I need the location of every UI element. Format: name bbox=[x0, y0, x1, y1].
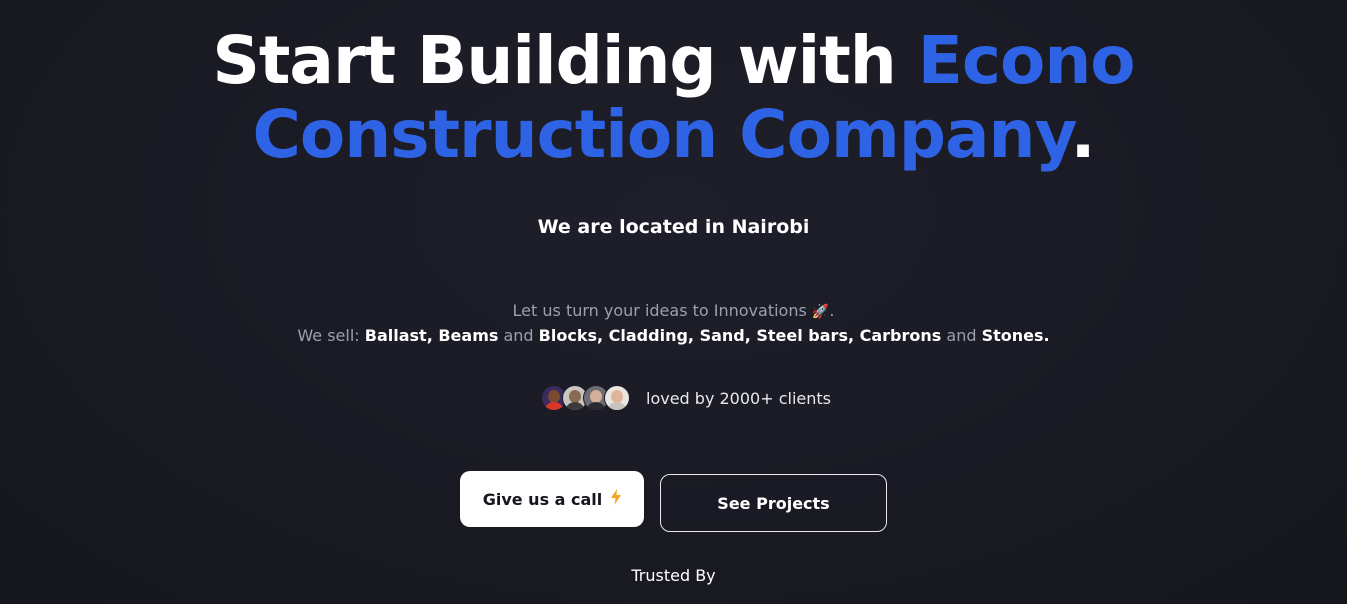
products-comma: , bbox=[597, 326, 609, 345]
give-us-a-call-button[interactable]: Give us a call bbox=[460, 471, 644, 527]
products-and-1: and bbox=[498, 326, 539, 345]
avatar-group bbox=[541, 385, 630, 411]
hero-title-lead: Start Building with bbox=[212, 22, 918, 99]
call-button-label: Give us a call bbox=[482, 489, 603, 509]
hero-title-period: . bbox=[1070, 96, 1095, 173]
location-text: We are located in Nairobi bbox=[537, 216, 810, 238]
product-group-3: Cladding, Sand, Steel bars, Carbrons bbox=[608, 326, 942, 345]
lead-line-1-end: . bbox=[829, 301, 835, 320]
product-group-1: Ballast, Beams bbox=[364, 326, 499, 345]
lead-line-1: Let us turn your ideas to Innovations 🚀. bbox=[0, 299, 1347, 324]
products-prefix: We sell: bbox=[297, 326, 365, 345]
lead-line-2: We sell: Ballast, Beams and Blocks, Clad… bbox=[0, 324, 1347, 348]
product-group-2: Blocks bbox=[538, 326, 597, 345]
projects-button-label: See Projects bbox=[717, 493, 830, 513]
see-projects-button[interactable]: See Projects bbox=[660, 474, 887, 532]
clients-count-text: loved by 2000+ clients bbox=[646, 388, 831, 408]
avatar bbox=[604, 385, 630, 411]
products-and-2: and bbox=[941, 326, 982, 345]
clients-row: loved by 2000+ clients bbox=[541, 385, 831, 411]
rocket-icon: 🚀 bbox=[811, 304, 830, 320]
lightning-icon bbox=[611, 489, 622, 509]
hero-title: Start Building with Econo Construction C… bbox=[0, 24, 1347, 172]
trusted-by-heading: Trusted By bbox=[631, 566, 716, 585]
lead-paragraph: Let us turn your ideas to Innovations 🚀.… bbox=[0, 299, 1347, 348]
lead-line-1-text: Let us turn your ideas to Innovations bbox=[512, 301, 807, 320]
product-group-4: Stones. bbox=[981, 326, 1050, 345]
